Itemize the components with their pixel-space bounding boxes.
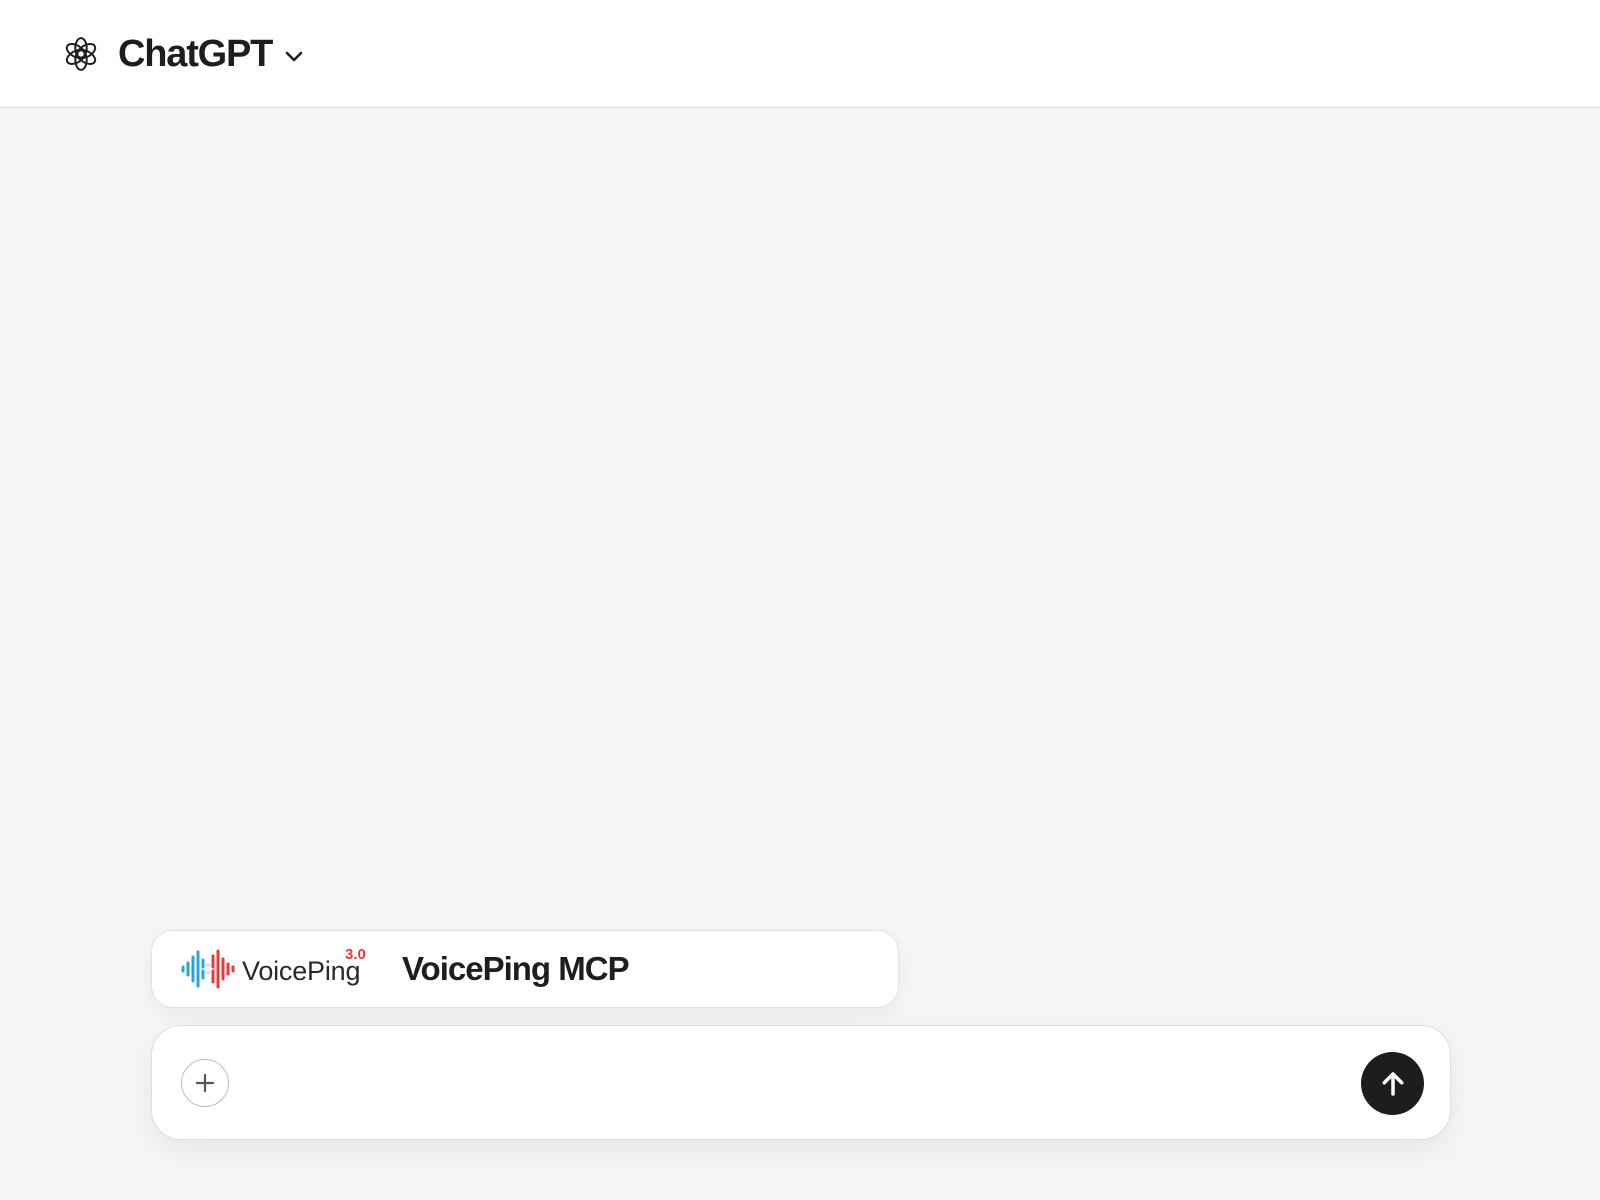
arrow-up-icon [1382, 1071, 1403, 1096]
send-button[interactable] [1361, 1052, 1424, 1115]
voiceping-version: 3.0 [345, 946, 366, 963]
openai-logo-icon [65, 37, 97, 71]
voiceping-logo: VoicePing 3.0 [180, 944, 372, 994]
message-composer [151, 1025, 1451, 1140]
voiceping-wordmark: VoicePing [242, 955, 361, 986]
attach-button[interactable] [181, 1059, 229, 1107]
plus-icon [195, 1073, 215, 1093]
prompt-input[interactable] [252, 1056, 1316, 1112]
top-header: ChatGPT [0, 0, 1600, 108]
connected-app-chip[interactable]: VoicePing 3.0 VoicePing MCP [151, 930, 899, 1008]
model-switcher[interactable]: ChatGPT [62, 30, 306, 78]
chevron-down-icon [285, 51, 303, 62]
app-title: ChatGPT [118, 32, 273, 75]
waveform-logo-icon [181, 949, 235, 989]
app-name: VoicePing MCP [402, 950, 630, 987]
